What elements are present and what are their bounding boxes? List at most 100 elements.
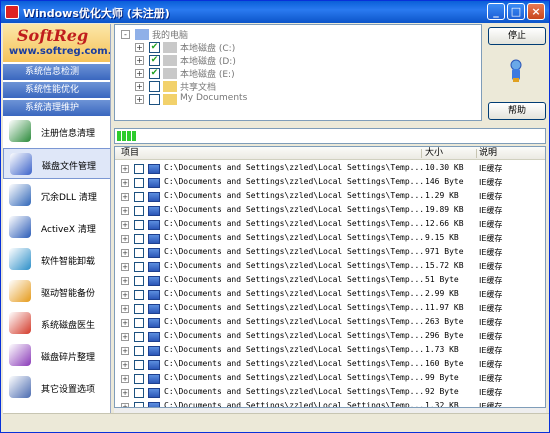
menu-item-2[interactable]: 冗余DLL 清理 bbox=[3, 180, 110, 211]
row-expander[interactable]: + bbox=[121, 221, 129, 229]
drive-tree[interactable]: - 我的电脑 + ✔ 本地磁盘 (C:) + ✔ 本地磁盘 (D:) + ✔ 本地磁盘 (E:) + 共… bbox=[114, 24, 482, 121]
row-expander[interactable]: + bbox=[121, 165, 129, 173]
row-checkbox[interactable] bbox=[134, 178, 144, 188]
row-expander[interactable]: + bbox=[121, 193, 129, 201]
list-item[interactable]: + C:\Documents and Settings\zzled\Local S… bbox=[115, 344, 545, 358]
row-expander[interactable]: + bbox=[121, 263, 129, 271]
title-bar[interactable]: Windows优化大师 (未注册) _ □ × bbox=[1, 1, 549, 23]
row-expander[interactable]: + bbox=[121, 291, 129, 299]
list-item[interactable]: + C:\Documents and Settings\zzled\Local S… bbox=[115, 302, 545, 316]
stop-button[interactable]: 停止 bbox=[488, 27, 546, 45]
drive-icon bbox=[163, 55, 177, 66]
row-expander[interactable]: + bbox=[121, 375, 129, 383]
row-expander[interactable]: + bbox=[121, 179, 129, 187]
tree-checkbox[interactable] bbox=[149, 81, 160, 92]
tree-expander[interactable]: + bbox=[135, 43, 144, 52]
row-expander[interactable]: + bbox=[121, 277, 129, 285]
menu-item-0[interactable]: 注册信息清理 bbox=[3, 116, 110, 147]
row-checkbox[interactable] bbox=[134, 192, 144, 202]
list-item[interactable]: + C:\Documents and Settings\zzled\Local S… bbox=[115, 204, 545, 218]
column-item[interactable]: 项目 bbox=[121, 147, 139, 160]
row-checkbox[interactable] bbox=[134, 276, 144, 286]
list-item[interactable]: + C:\Documents and Settings\zzled\Local S… bbox=[115, 400, 545, 407]
tree-checkbox[interactable]: ✔ bbox=[149, 55, 160, 66]
menu-item-5[interactable]: 驱动智能备份 bbox=[3, 276, 110, 307]
list-item[interactable]: + C:\Documents and Settings\zzled\Local S… bbox=[115, 372, 545, 386]
row-checkbox[interactable] bbox=[134, 206, 144, 216]
tree-checkbox[interactable] bbox=[149, 94, 160, 105]
row-expander[interactable]: + bbox=[121, 235, 129, 243]
row-expander[interactable]: + bbox=[121, 361, 129, 369]
row-checkbox[interactable] bbox=[134, 318, 144, 328]
list-item[interactable]: + C:\Documents and Settings\zzled\Local S… bbox=[115, 274, 545, 288]
list-item[interactable]: + C:\Documents and Settings\zzled\Local S… bbox=[115, 246, 545, 260]
tree-expander[interactable]: + bbox=[135, 95, 144, 104]
row-checkbox[interactable] bbox=[134, 332, 144, 342]
tree-expander[interactable]: - bbox=[121, 30, 130, 39]
tree-expander[interactable]: + bbox=[135, 82, 144, 91]
row-checkbox[interactable] bbox=[134, 248, 144, 258]
list-item[interactable]: + C:\Documents and Settings\zzled\Local S… bbox=[115, 232, 545, 246]
list-item[interactable]: + C:\Documents and Settings\zzled\Local S… bbox=[115, 386, 545, 400]
maximize-button[interactable]: □ bbox=[507, 3, 525, 20]
row-checkbox[interactable] bbox=[134, 164, 144, 174]
nav-section-2[interactable]: 系统清理维护 bbox=[3, 100, 110, 117]
row-checkbox[interactable] bbox=[134, 234, 144, 244]
list-item[interactable]: + C:\Documents and Settings\zzled\Local S… bbox=[115, 190, 545, 204]
file-list[interactable]: 项目 大小 说明 + C:\Documents and Settings\zzle… bbox=[114, 146, 546, 408]
column-description[interactable]: 说明 bbox=[479, 147, 497, 160]
row-checkbox[interactable] bbox=[134, 346, 144, 356]
row-size: 19.89 KB bbox=[425, 205, 464, 214]
row-expander[interactable]: + bbox=[121, 389, 129, 397]
file-icon bbox=[148, 276, 160, 286]
status-bar bbox=[3, 413, 549, 432]
row-path: C:\Documents and Settings\zzled\Local Se… bbox=[164, 317, 425, 326]
row-checkbox[interactable] bbox=[134, 304, 144, 314]
menu-item-1[interactable]: 磁盘文件管理 bbox=[3, 148, 110, 179]
close-button[interactable]: × bbox=[527, 3, 545, 20]
row-expander[interactable]: + bbox=[121, 207, 129, 215]
menu-item-3[interactable]: ActiveX 清理 bbox=[3, 212, 110, 243]
row-expander[interactable]: + bbox=[121, 249, 129, 257]
row-path: C:\Documents and Settings\zzled\Local Se… bbox=[164, 331, 425, 340]
row-checkbox[interactable] bbox=[134, 388, 144, 398]
menu-item-6[interactable]: 系统磁盘医生 bbox=[3, 308, 110, 339]
list-item[interactable]: + C:\Documents and Settings\zzled\Local S… bbox=[115, 260, 545, 274]
row-size: 160 Byte bbox=[425, 359, 464, 368]
list-item[interactable]: + C:\Documents and Settings\zzled\Local S… bbox=[115, 218, 545, 232]
help-button[interactable]: 帮助 bbox=[488, 102, 546, 120]
row-checkbox[interactable] bbox=[134, 220, 144, 230]
nav-section-1[interactable]: 系统性能优化 bbox=[3, 82, 110, 99]
row-checkbox[interactable] bbox=[134, 262, 144, 272]
file-icon bbox=[148, 346, 160, 356]
menu-item-7[interactable]: 磁盘碎片整理 bbox=[3, 340, 110, 371]
row-expander[interactable]: + bbox=[121, 333, 129, 341]
row-checkbox[interactable] bbox=[134, 360, 144, 370]
row-size: 92 Byte bbox=[425, 387, 459, 396]
menu-item-4[interactable]: 软件智能卸载 bbox=[3, 244, 110, 275]
nav-section-0[interactable]: 系统信息检测 bbox=[3, 64, 110, 81]
row-size: 1.73 KB bbox=[425, 345, 459, 354]
file-icon bbox=[148, 262, 160, 272]
menu-item-8[interactable]: 其它设置选项 bbox=[3, 372, 110, 403]
list-item[interactable]: + C:\Documents and Settings\zzled\Local S… bbox=[115, 162, 545, 176]
column-size[interactable]: 大小 bbox=[425, 147, 443, 160]
tree-checkbox[interactable]: ✔ bbox=[149, 68, 160, 79]
list-item[interactable]: + C:\Documents and Settings\zzled\Local S… bbox=[115, 176, 545, 190]
list-item[interactable]: + C:\Documents and Settings\zzled\Local S… bbox=[115, 316, 545, 330]
menu-item-label: ActiveX 清理 bbox=[41, 225, 96, 235]
row-description: IE缓存 bbox=[479, 192, 503, 201]
row-checkbox[interactable] bbox=[134, 290, 144, 300]
row-expander[interactable]: + bbox=[121, 319, 129, 327]
list-item[interactable]: + C:\Documents and Settings\zzled\Local S… bbox=[115, 288, 545, 302]
list-item[interactable]: + C:\Documents and Settings\zzled\Local S… bbox=[115, 358, 545, 372]
row-expander[interactable]: + bbox=[121, 347, 129, 355]
tree-checkbox[interactable]: ✔ bbox=[149, 42, 160, 53]
list-item[interactable]: + C:\Documents and Settings\zzled\Local S… bbox=[115, 330, 545, 344]
minimize-button[interactable]: _ bbox=[487, 3, 505, 20]
tree-expander[interactable]: + bbox=[135, 56, 144, 65]
row-checkbox[interactable] bbox=[134, 374, 144, 384]
tree-expander[interactable]: + bbox=[135, 69, 144, 78]
registry-icon bbox=[9, 120, 31, 142]
row-expander[interactable]: + bbox=[121, 305, 129, 313]
